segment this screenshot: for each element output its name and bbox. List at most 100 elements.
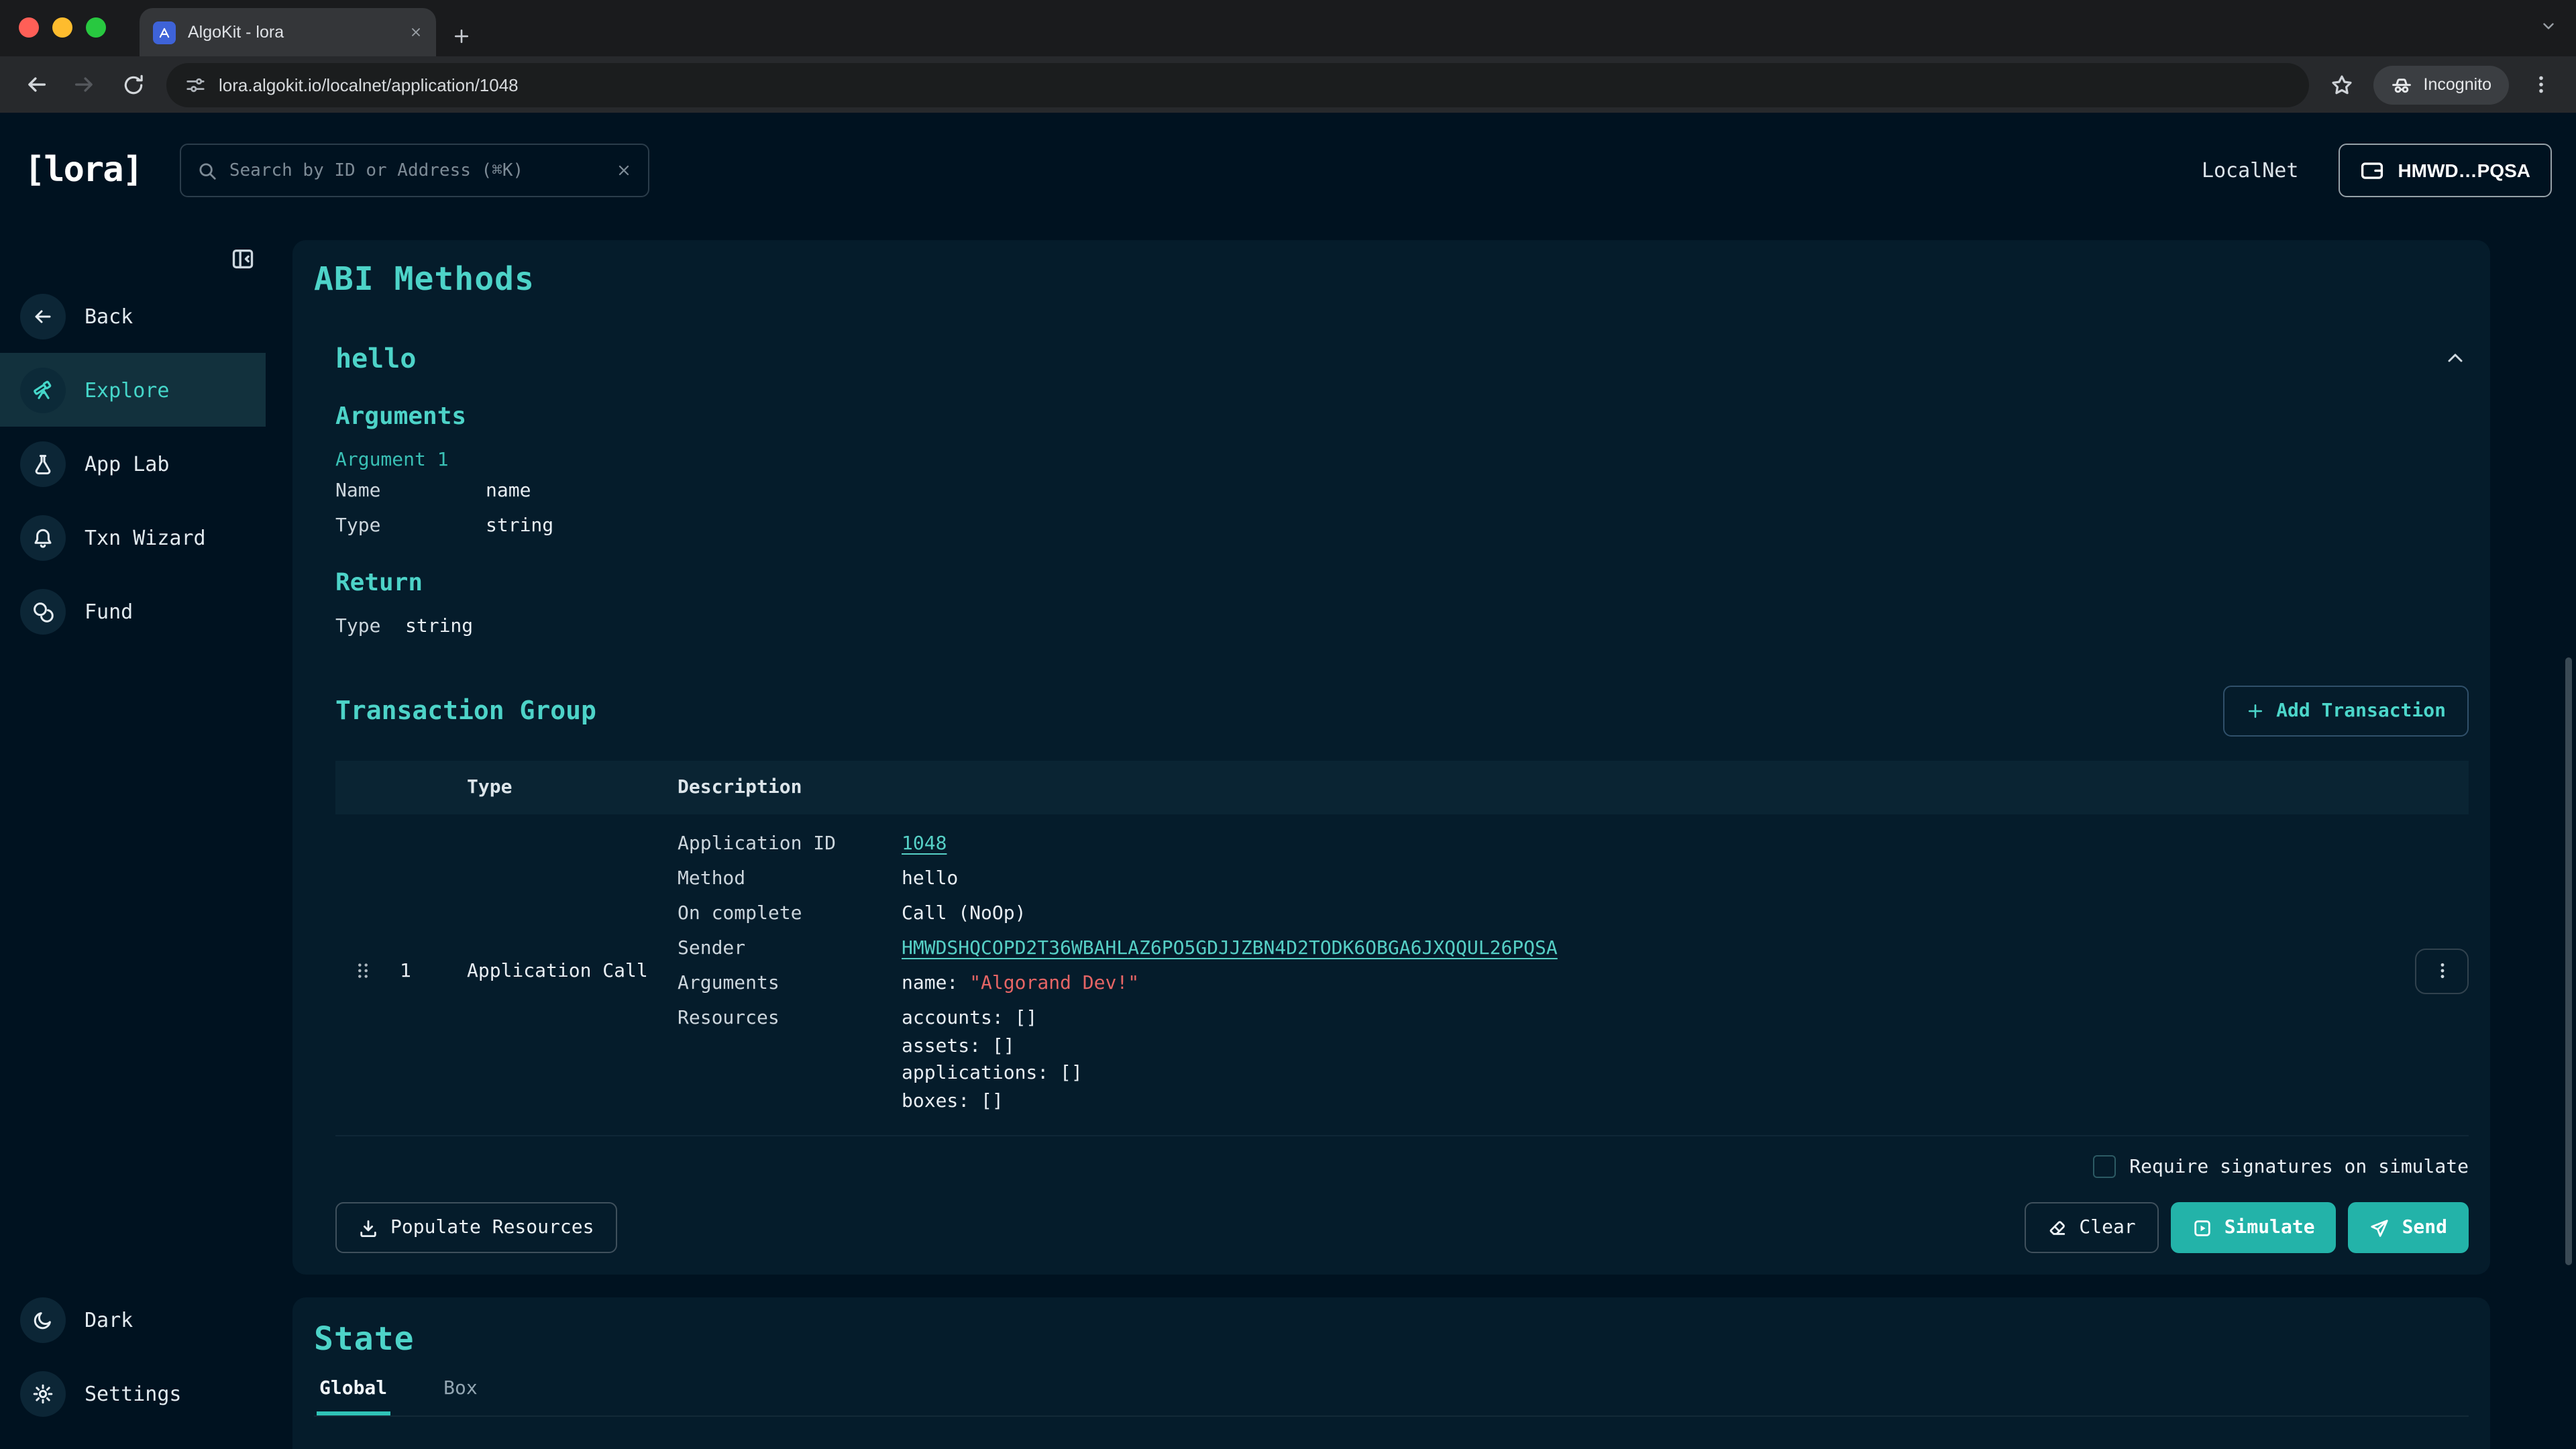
search-input[interactable] bbox=[229, 160, 604, 180]
transaction-index: 1 bbox=[389, 826, 453, 1115]
browser-tab-strip: AlgoKit - lora bbox=[0, 0, 2576, 56]
desc-label: Resources bbox=[678, 1001, 902, 1115]
desc-row-method: Method hello bbox=[678, 861, 2351, 896]
tab-search-chevron-icon[interactable] bbox=[2540, 17, 2557, 35]
method-accordion-header[interactable]: hello bbox=[335, 338, 2469, 378]
transaction-group-title: Transaction Group bbox=[335, 695, 596, 727]
browser-reload-button[interactable] bbox=[110, 62, 156, 107]
collapse-sidebar-button[interactable] bbox=[231, 247, 255, 271]
send-button[interactable]: Send bbox=[2349, 1202, 2469, 1253]
browser-menu-button[interactable] bbox=[2520, 63, 2563, 106]
tab-close-icon[interactable] bbox=[409, 25, 423, 39]
simulate-signatures-row: Require signatures on simulate bbox=[335, 1155, 2469, 1178]
method-accordion: hello Arguments Argument 1 Name name bbox=[335, 338, 2469, 1253]
simulate-icon bbox=[2192, 1218, 2212, 1238]
sender-address-link[interactable]: HMWDSHQCOPD2T36WBAHLAZ6PO5GDJJZBN4D2TODK… bbox=[902, 931, 1558, 966]
argument-string-value: "Algorand Dev!" bbox=[969, 973, 1139, 994]
return-type-row: Type string bbox=[335, 609, 2469, 644]
window-controls bbox=[19, 17, 106, 38]
sidebar-item-txn-wizard[interactable]: Txn Wizard bbox=[0, 500, 266, 574]
tab-box[interactable]: Box bbox=[441, 1378, 480, 1415]
url-text[interactable]: lora.algokit.io/localnet/application/104… bbox=[219, 74, 519, 95]
new-tab-button[interactable] bbox=[452, 27, 471, 46]
send-label: Send bbox=[2402, 1217, 2447, 1238]
argument-key: name: bbox=[902, 973, 958, 994]
sidebar-item-dark-mode[interactable]: Dark bbox=[0, 1283, 266, 1356]
populate-resources-button[interactable]: Populate Resources bbox=[335, 1202, 616, 1253]
desc-label: Sender bbox=[678, 931, 902, 966]
sidebar-item-app-lab[interactable]: App Lab bbox=[0, 427, 266, 500]
telescope-icon bbox=[20, 367, 66, 413]
desc-label: Application ID bbox=[678, 826, 902, 861]
transaction-type: Application Call bbox=[453, 826, 671, 1115]
lora-app: [lora] LocalNet HMWD…PQSA bbox=[0, 113, 2576, 1449]
eraser-icon bbox=[2047, 1218, 2067, 1238]
browser-toolbar: lora.algokit.io/localnet/application/104… bbox=[0, 56, 2576, 113]
url-bar[interactable]: lora.algokit.io/localnet/application/104… bbox=[166, 62, 2310, 107]
send-icon bbox=[2370, 1218, 2390, 1238]
desc-value: name: "Algorand Dev!" bbox=[902, 966, 1139, 1001]
sidebar-item-label: Dark bbox=[85, 1307, 133, 1332]
window-minimize-button[interactable] bbox=[52, 17, 72, 38]
tab-global[interactable]: Global bbox=[317, 1378, 390, 1415]
incognito-label: Incognito bbox=[2424, 75, 2491, 94]
desc-value: Call (NoOp) bbox=[902, 896, 1026, 931]
browser-back-button[interactable] bbox=[13, 62, 59, 107]
back-icon bbox=[20, 293, 66, 339]
state-title: State bbox=[314, 1319, 2469, 1359]
row-menu-button[interactable] bbox=[2415, 948, 2469, 994]
desc-row-sender: Sender HMWDSHQCOPD2T36WBAHLAZ6PO5GDJJZBN… bbox=[678, 931, 2351, 966]
wallet-label: HMWD…PQSA bbox=[2398, 160, 2530, 181]
column-header-description: Description bbox=[671, 777, 2351, 798]
transaction-table-header: Type Description bbox=[335, 761, 2469, 814]
desc-row-on-complete: On complete Call (NoOp) bbox=[678, 896, 2351, 931]
network-label[interactable]: LocalNet bbox=[2202, 158, 2299, 182]
global-search[interactable] bbox=[180, 144, 649, 197]
sidebar-item-settings[interactable]: Settings bbox=[0, 1356, 266, 1430]
sidebar-item-label: Txn Wizard bbox=[85, 525, 206, 549]
field-label: Name bbox=[335, 474, 486, 508]
sidebar-item-back[interactable]: Back bbox=[0, 279, 266, 353]
sidebar-item-explore[interactable]: Explore bbox=[0, 353, 266, 427]
wallet-button[interactable]: HMWD…PQSA bbox=[2339, 144, 2552, 197]
simulate-button[interactable]: Simulate bbox=[2171, 1202, 2337, 1253]
argument-name-row: Name name bbox=[335, 474, 2469, 508]
plus-icon bbox=[2245, 702, 2264, 720]
app-logo[interactable]: [lora] bbox=[24, 150, 142, 191]
window-close-button[interactable] bbox=[19, 17, 39, 38]
argument-type-row: Type string bbox=[335, 508, 2469, 543]
column-header-type: Type bbox=[453, 777, 671, 798]
transaction-description: Application ID 1048 Method hello On comp… bbox=[671, 826, 2351, 1115]
desc-row-arguments: Arguments name: "Algorand Dev!" bbox=[678, 966, 2351, 1001]
bookmark-star-icon[interactable] bbox=[2320, 63, 2363, 106]
browser-tab[interactable]: AlgoKit - lora bbox=[140, 8, 436, 56]
add-transaction-label: Add Transaction bbox=[2276, 700, 2446, 722]
sidebar: Back Explore App Lab bbox=[0, 228, 266, 1449]
resource-line: applications: [] bbox=[902, 1060, 1083, 1087]
abi-methods-title: ABI Methods bbox=[314, 259, 2469, 299]
sidebar-item-label: App Lab bbox=[85, 451, 169, 476]
desc-row-application-id: Application ID 1048 bbox=[678, 826, 2351, 861]
search-clear-icon[interactable] bbox=[616, 162, 632, 178]
resource-line: assets: [] bbox=[902, 1032, 1083, 1060]
search-icon bbox=[197, 160, 217, 180]
method-name: hello bbox=[335, 338, 416, 378]
drag-handle-icon[interactable] bbox=[335, 826, 389, 1115]
site-settings-icon[interactable] bbox=[185, 74, 205, 95]
clear-button[interactable]: Clear bbox=[2024, 1202, 2158, 1253]
sidebar-item-fund[interactable]: Fund bbox=[0, 574, 266, 648]
tab-favicon-icon bbox=[153, 21, 176, 44]
gear-icon bbox=[20, 1371, 66, 1416]
window-zoom-button[interactable] bbox=[86, 17, 106, 38]
field-value: string bbox=[405, 609, 473, 644]
desc-label: On complete bbox=[678, 896, 902, 931]
require-signatures-checkbox[interactable] bbox=[2093, 1155, 2116, 1178]
add-transaction-button[interactable]: Add Transaction bbox=[2222, 686, 2469, 737]
page-scrollbar[interactable] bbox=[2565, 657, 2572, 1265]
download-icon bbox=[358, 1218, 378, 1238]
application-id-link[interactable]: 1048 bbox=[902, 826, 947, 861]
field-value: string bbox=[486, 508, 553, 543]
chevron-up-icon[interactable] bbox=[2445, 347, 2466, 369]
resource-line: boxes: [] bbox=[902, 1087, 1083, 1115]
abi-methods-card: ABI Methods hello Arguments Argument 1 N… bbox=[292, 240, 2490, 1275]
